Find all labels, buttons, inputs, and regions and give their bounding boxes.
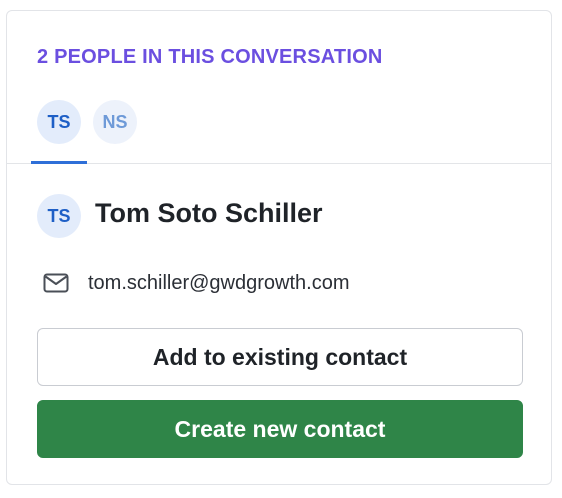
mail-icon xyxy=(43,273,69,293)
person-avatar: TS xyxy=(37,194,81,238)
email-address: tom.schiller@gwdgrowth.com xyxy=(88,271,350,294)
participant-tabs: TS NS xyxy=(7,99,551,164)
conversation-people-panel: 2 PEOPLE IN THIS CONVERSATION TS NS TS T… xyxy=(6,10,552,485)
add-to-existing-contact-button[interactable]: Add to existing contact xyxy=(37,328,523,386)
participant-tab-ns[interactable]: NS xyxy=(87,99,143,163)
person-name: Tom Soto Schiller xyxy=(95,198,323,228)
panel-heading: 2 PEOPLE IN THIS CONVERSATION xyxy=(37,46,383,68)
avatar: TS xyxy=(37,100,81,144)
email-row: tom.schiller@gwdgrowth.com xyxy=(43,267,350,299)
avatar: NS xyxy=(93,100,137,144)
create-new-contact-button[interactable]: Create new contact xyxy=(37,400,523,458)
participant-tab-ts[interactable]: TS xyxy=(31,99,87,164)
